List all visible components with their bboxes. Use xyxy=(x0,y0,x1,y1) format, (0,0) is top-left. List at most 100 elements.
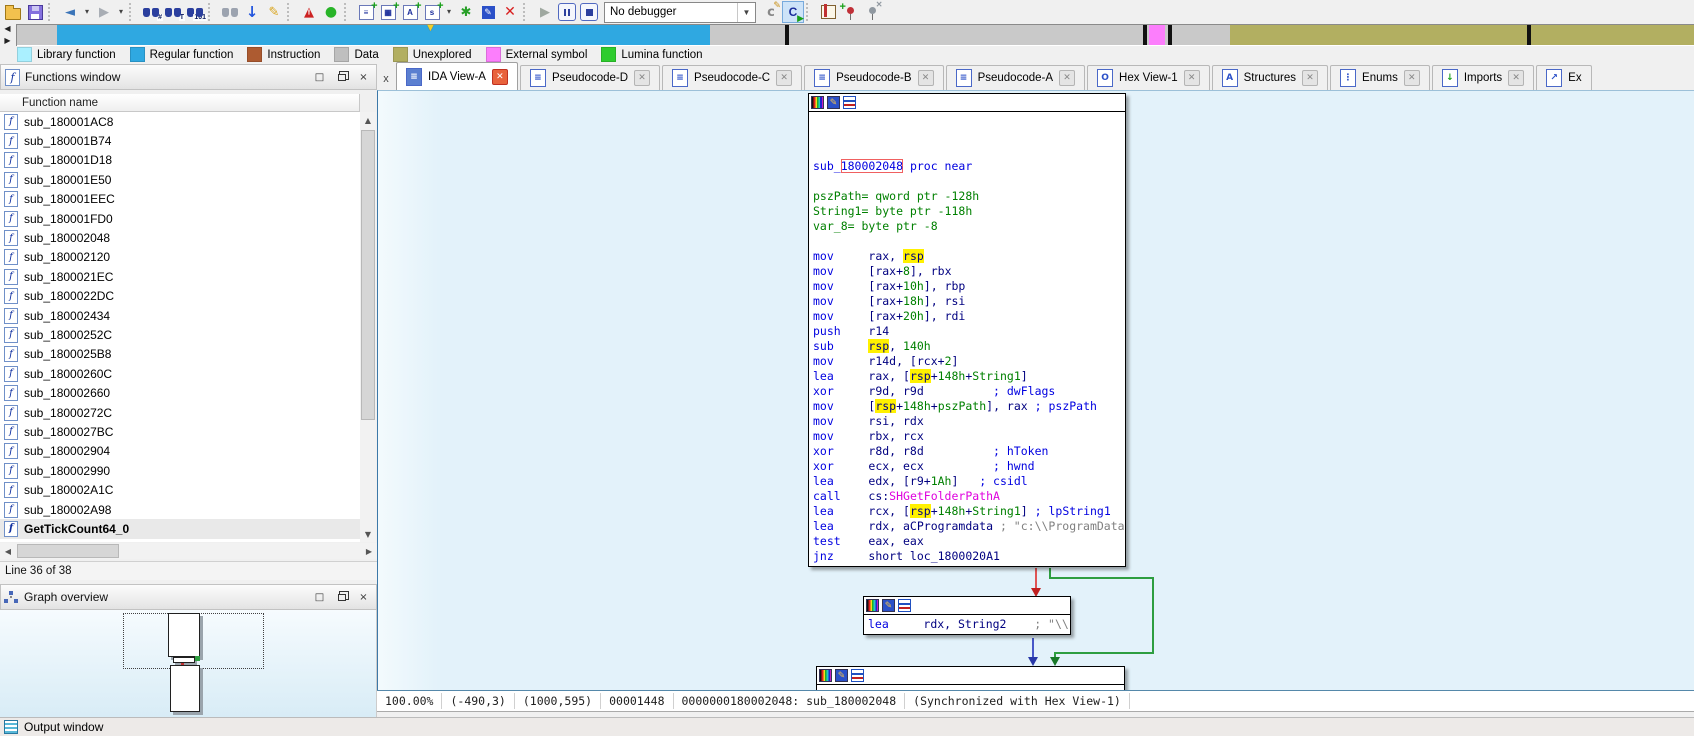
tab-close-icon[interactable]: ✕ xyxy=(492,69,508,85)
tab-close-icon[interactable]: ✕ xyxy=(1184,70,1200,86)
node-color-icon[interactable] xyxy=(866,599,879,612)
node-edit-icon[interactable]: ✎ xyxy=(882,599,895,612)
regular-function-region[interactable] xyxy=(57,25,710,45)
open-file-icon[interactable] xyxy=(2,1,24,23)
notebook-icon[interactable] xyxy=(817,1,839,23)
make-code-icon[interactable]: ≡ xyxy=(355,1,377,23)
tab-ida-view-a[interactable]: ≡IDA View-A✕ xyxy=(396,62,518,90)
navband-left-icon[interactable]: ◀ xyxy=(4,25,10,33)
tab-ex[interactable]: ↗Ex xyxy=(1536,65,1591,90)
make-function-icon[interactable]: ✱ xyxy=(455,1,477,23)
scroll-right-icon[interactable]: ▶ xyxy=(361,543,377,559)
forward-icon[interactable]: ▶ xyxy=(93,1,115,23)
run-icon[interactable]: ▶ xyxy=(534,1,556,23)
function-list-item[interactable]: fsub_18000252C xyxy=(0,325,360,344)
string-dropdown-icon[interactable]: ▾ xyxy=(443,1,455,23)
external-symbol-region[interactable] xyxy=(1149,25,1165,45)
function-list-item[interactable]: fsub_180001AC8 xyxy=(0,112,360,131)
function-list-item[interactable]: fsub_1800025B8 xyxy=(0,345,360,364)
tab-close-icon[interactable]: ✕ xyxy=(1508,70,1524,86)
node-sync-icon[interactable] xyxy=(843,96,856,109)
tab-pseudocode-d[interactable]: ≡Pseudocode-D✕ xyxy=(520,65,660,90)
function-list-item[interactable]: fsub_180002434 xyxy=(0,306,360,325)
highlight-icon[interactable]: ✎ xyxy=(263,1,285,23)
function-list-item[interactable]: fsub_18000272C xyxy=(0,403,360,422)
function-list-item[interactable]: fsub_180002048 xyxy=(0,228,360,247)
function-list-item[interactable]: fsub_180002990 xyxy=(0,461,360,480)
float-icon[interactable] xyxy=(333,70,350,85)
tab-structures[interactable]: AStructures✕ xyxy=(1212,65,1328,90)
scroll-left-icon[interactable]: ◀ xyxy=(0,543,16,559)
graph-overview-canvas[interactable] xyxy=(0,610,377,717)
function-list-item[interactable]: fsub_1800027BC xyxy=(0,422,360,441)
function-list-item[interactable]: fsub_180002660 xyxy=(0,383,360,402)
output-window-titlebar[interactable]: Output window xyxy=(0,717,1694,736)
basic-block-1[interactable]: ✎ sub_180002048 proc near pszPath= qword… xyxy=(808,93,1126,567)
tab-pseudocode-a[interactable]: ≡Pseudocode-A✕ xyxy=(946,65,1085,90)
problems-icon[interactable]: ▲! xyxy=(298,1,320,23)
function-list-item[interactable]: fsub_1800022DC xyxy=(0,287,360,306)
navband-right-icon[interactable]: ▶ xyxy=(4,37,10,45)
search-binary-icon[interactable]: 101 xyxy=(184,1,206,23)
node-color-icon[interactable] xyxy=(819,669,832,682)
make-string-icon[interactable]: s xyxy=(421,1,443,23)
function-name-column-header[interactable]: Function name xyxy=(0,94,360,112)
search-text-icon[interactable]: T xyxy=(162,1,184,23)
panel-close-icon[interactable]: x xyxy=(380,72,392,86)
maximize-icon[interactable]: □ xyxy=(311,70,328,85)
navigation-band[interactable]: ▼ xyxy=(16,24,1694,46)
pause-icon[interactable] xyxy=(556,1,578,23)
undefine-icon[interactable]: ✕ xyxy=(499,1,521,23)
edit-function-icon[interactable]: ✎ xyxy=(477,1,499,23)
node-sync-icon[interactable] xyxy=(851,669,864,682)
ida-graph-view[interactable]: ✎ sub_180002048 proc near pszPath= qword… xyxy=(377,90,1694,690)
functions-hscrollbar[interactable]: ◀ ▶ xyxy=(0,543,377,559)
analysis-indicator-icon[interactable]: ● xyxy=(320,1,342,23)
quick-edit-icon[interactable]: c✎ xyxy=(760,1,782,23)
function-list-item[interactable]: fsub_180001B74 xyxy=(0,131,360,150)
function-list-item[interactable]: fGetTickCount64_0 xyxy=(0,519,360,538)
tab-pseudocode-b[interactable]: ≡Pseudocode-B✕ xyxy=(804,65,943,90)
tab-imports[interactable]: ↓Imports✕ xyxy=(1432,65,1534,90)
rename-icon[interactable]: A xyxy=(399,1,421,23)
node-edit-icon[interactable]: ✎ xyxy=(827,96,840,109)
node-sync-icon[interactable] xyxy=(898,599,911,612)
search-next-icon[interactable] xyxy=(219,1,241,23)
back-dropdown-icon[interactable]: ▾ xyxy=(81,1,93,23)
function-list-item[interactable]: fsub_180002A1C xyxy=(0,480,360,499)
vscroll-thumb[interactable] xyxy=(361,130,375,420)
function-list-item[interactable]: fsub_180001FD0 xyxy=(0,209,360,228)
function-list-item[interactable]: fsub_180001D18 xyxy=(0,151,360,170)
close-icon[interactable]: × xyxy=(355,70,372,85)
close-icon[interactable]: × xyxy=(355,590,372,605)
function-list-item[interactable]: fsub_180001E50 xyxy=(0,170,360,189)
scroll-up-icon[interactable]: ▲ xyxy=(360,112,376,128)
add-breakpoint-icon[interactable] xyxy=(839,1,861,23)
tab-close-icon[interactable]: ✕ xyxy=(776,70,792,86)
basic-block-3[interactable]: ✎ xyxy=(816,666,1125,690)
node-edit-icon[interactable]: ✎ xyxy=(835,669,848,682)
forward-dropdown-icon[interactable]: ▾ xyxy=(115,1,127,23)
tab-close-icon[interactable]: ✕ xyxy=(1404,70,1420,86)
function-list-item[interactable]: fsub_180001EEC xyxy=(0,190,360,209)
tab-pseudocode-c[interactable]: ≡Pseudocode-C✕ xyxy=(662,65,802,90)
tab-close-icon[interactable]: ✕ xyxy=(1302,70,1318,86)
function-list-item[interactable]: fsub_180002A98 xyxy=(0,500,360,519)
make-data-icon[interactable]: ▦ xyxy=(377,1,399,23)
tab-hex-view-1[interactable]: OHex View-1✕ xyxy=(1087,65,1210,90)
function-list-item[interactable]: fsub_1800021EC xyxy=(0,267,360,286)
tab-close-icon[interactable]: ✕ xyxy=(634,70,650,86)
basic-block-2[interactable]: ✎lea rdx, String2 ; "\\" xyxy=(863,596,1071,635)
back-icon[interactable]: ◄ xyxy=(59,1,81,23)
remove-breakpoint-icon[interactable] xyxy=(861,1,883,23)
continue-icon[interactable]: C▶ xyxy=(782,1,804,23)
save-icon[interactable] xyxy=(24,1,46,23)
tab-close-icon[interactable]: ✕ xyxy=(1059,70,1075,86)
debugger-select[interactable]: No debugger▼ xyxy=(604,2,756,23)
unexplored-region[interactable] xyxy=(1230,25,1694,45)
maximize-icon[interactable]: □ xyxy=(311,590,328,605)
chevron-down-icon[interactable]: ▼ xyxy=(737,3,755,22)
float-icon[interactable] xyxy=(333,590,350,605)
hscroll-thumb[interactable] xyxy=(17,544,119,558)
tab-enums[interactable]: ⋮Enums✕ xyxy=(1330,65,1430,90)
